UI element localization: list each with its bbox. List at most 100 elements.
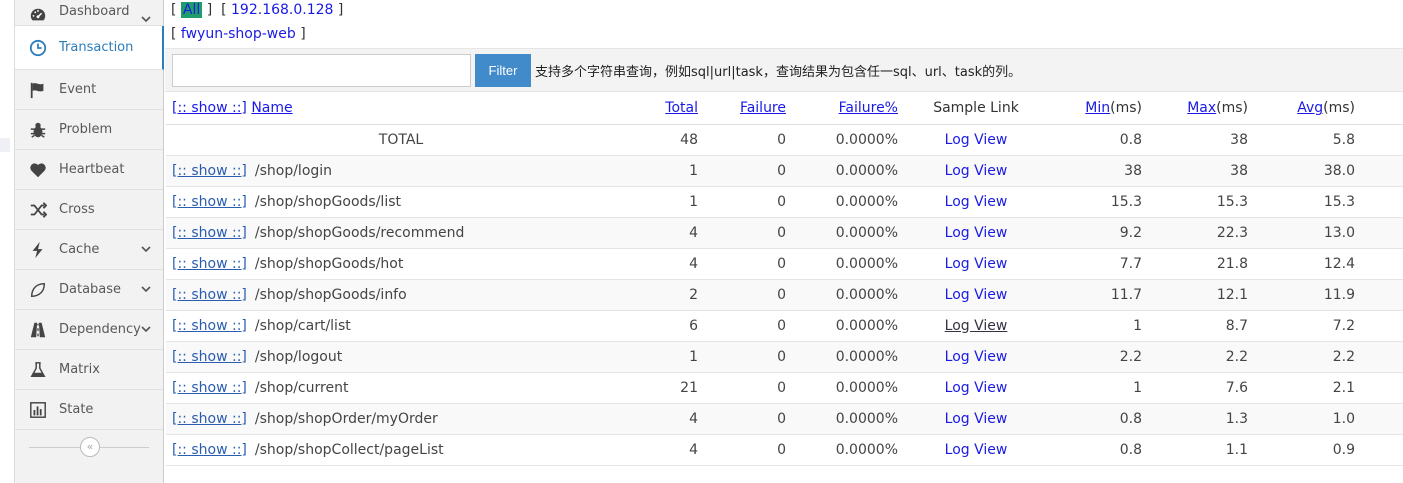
show-link[interactable]: [:: show ::] — [172, 442, 247, 458]
table-row: [:: show ::] /shop/shopGoods/list 1 0 0.0000… — [166, 186, 1403, 218]
sample-cell: Log View — [906, 217, 1046, 249]
row-spacer — [1363, 403, 1403, 435]
show-link[interactable]: [:: show ::] — [172, 349, 247, 365]
log-view-link[interactable]: Log View — [945, 287, 1008, 303]
failure-cell: 0 — [706, 403, 794, 435]
failure-pct-cell: 0.0000% — [794, 155, 906, 187]
log-view-link[interactable]: Log View — [945, 318, 1008, 334]
total-cell: 4 — [636, 403, 706, 435]
min-cell: 7.7 — [1046, 248, 1150, 280]
log-view-link[interactable]: Log View — [945, 256, 1008, 272]
filter-button[interactable]: Filter — [475, 54, 531, 87]
ip-link-192-168-0-128[interactable]: 192.168.0.128 — [231, 2, 333, 18]
sidebar-item-label: Cache — [59, 242, 100, 257]
row-spacer — [1363, 341, 1403, 373]
ip-link-all[interactable]: All — [180, 2, 203, 18]
row-spacer — [1363, 310, 1403, 342]
total-min: 0.8 — [1046, 124, 1150, 156]
log-view-link[interactable]: Log View — [945, 349, 1008, 365]
transaction-name: /shop/cart/list — [254, 317, 351, 334]
show-all-link[interactable]: [:: show ::] — [172, 100, 247, 116]
sidebar-item-cross[interactable]: Cross — [15, 190, 163, 230]
max-cell: 22.3 — [1150, 217, 1256, 249]
min-cell: 38 — [1046, 155, 1150, 187]
sidebar-item-problem[interactable]: Problem — [15, 110, 163, 150]
log-view-link[interactable]: Log View — [945, 442, 1008, 458]
name-cell: [:: show ::] /shop/shopGoods/info — [166, 279, 636, 311]
show-link[interactable]: [:: show ::] — [172, 380, 247, 396]
sample-cell: Log View — [906, 279, 1046, 311]
name-cell: [:: show ::] /shop/shopGoods/recommend — [166, 217, 636, 249]
sidebar-item-label: State — [59, 402, 94, 417]
show-link[interactable]: [:: show ::] — [172, 163, 247, 179]
show-link[interactable]: [:: show ::] — [172, 318, 247, 334]
sort-min-link[interactable]: Min — [1085, 100, 1110, 116]
bar-chart-icon — [27, 399, 49, 421]
avg-cell: 0.9 — [1256, 434, 1363, 466]
road-icon — [27, 319, 49, 341]
name-cell: [:: show ::] /shop/shopGoods/hot — [166, 248, 636, 280]
sidebar-item-state[interactable]: State — [15, 390, 163, 430]
failure-cell: 0 — [706, 434, 794, 466]
transaction-name: /shop/shopCollect/pageList — [254, 441, 444, 458]
total-cell: 21 — [636, 372, 706, 404]
header-total: Total — [636, 93, 706, 125]
max-cell: 2.2 — [1150, 341, 1256, 373]
flag-icon — [27, 79, 49, 101]
sort-name-link[interactable]: Name — [251, 100, 292, 116]
log-view-link[interactable]: Log View — [945, 194, 1008, 210]
main-content: [ All ] [ 192.168.0.128 ] [ fwyun-shop-w… — [165, 0, 1403, 483]
sort-failure-pct-link[interactable]: Failure% — [839, 100, 898, 116]
transaction-name: /shop/shopGoods/recommend — [254, 224, 465, 241]
sidebar-item-label: Dependency — [59, 322, 141, 337]
log-view-link[interactable]: Log View — [945, 163, 1008, 179]
sidebar-item-dependency[interactable]: Dependency — [15, 310, 163, 350]
sidebar-item-label: Database — [59, 282, 122, 297]
row-spacer — [1363, 372, 1403, 404]
log-view-link[interactable]: Log View — [945, 411, 1008, 427]
sidebar-item-dashboard[interactable]: Dashboard — [15, 0, 163, 26]
show-link[interactable]: [:: show ::] — [172, 194, 247, 210]
avg-cell: 11.9 — [1256, 279, 1363, 311]
log-view-link[interactable]: Log View — [945, 225, 1008, 241]
show-link[interactable]: [:: show ::] — [172, 256, 247, 272]
header-name: [:: show ::] Name — [166, 93, 636, 125]
name-cell: [:: show ::] /shop/cart/list — [166, 310, 636, 342]
show-link[interactable]: [:: show ::] — [172, 411, 247, 427]
log-view-link[interactable]: Log View — [945, 132, 1008, 148]
sidebar-collapse: « — [15, 437, 163, 459]
random-icon — [27, 199, 49, 221]
sidebar-item-event[interactable]: Event — [15, 70, 163, 110]
filter-bar: Filter 支持多个字符串查询，例如sql|url|task，查询结果为包含任… — [165, 48, 1403, 92]
domain-link[interactable]: fwyun-shop-web — [181, 26, 296, 42]
sort-total-link[interactable]: Total — [665, 100, 698, 116]
avg-cell: 15.3 — [1256, 186, 1363, 218]
show-link[interactable]: [:: show ::] — [172, 287, 247, 303]
name-cell: [:: show ::] /shop/shopOrder/myOrder — [166, 403, 636, 435]
left-edge-strip — [0, 0, 15, 483]
filter-input[interactable] — [172, 54, 471, 87]
sort-failure-link[interactable]: Failure — [740, 100, 786, 116]
show-link[interactable]: [:: show ::] — [172, 225, 247, 241]
sidebar-item-database[interactable]: Database — [15, 270, 163, 310]
total-label: TOTAL — [166, 124, 636, 156]
sidebar-item-cache[interactable]: Cache — [15, 230, 163, 270]
sort-max-link[interactable]: Max — [1187, 100, 1216, 116]
avg-cell: 12.4 — [1256, 248, 1363, 280]
sort-avg-link[interactable]: Avg — [1297, 100, 1323, 116]
sidebar-item-matrix[interactable]: Matrix — [15, 350, 163, 390]
row-spacer — [1363, 124, 1403, 156]
min-cell: 0.8 — [1046, 403, 1150, 435]
row-spacer — [1363, 248, 1403, 280]
failure-cell: 0 — [706, 310, 794, 342]
total-failure: 0 — [706, 124, 794, 156]
failure-cell: 0 — [706, 217, 794, 249]
row-spacer — [1363, 186, 1403, 218]
sample-cell: Log View — [906, 434, 1046, 466]
sidebar-item-transaction[interactable]: Transaction — [15, 26, 164, 70]
max-cell: 38 — [1150, 155, 1256, 187]
log-view-link[interactable]: Log View — [945, 380, 1008, 396]
sidebar-item-heartbeat[interactable]: Heartbeat — [15, 150, 163, 190]
collapse-sidebar-button[interactable]: « — [80, 437, 100, 457]
min-cell: 1 — [1046, 310, 1150, 342]
